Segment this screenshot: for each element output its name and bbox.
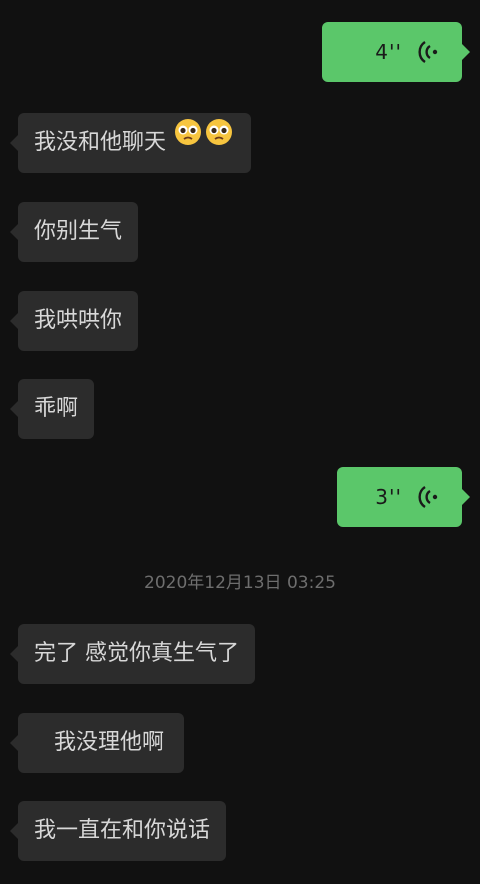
voice-message-bubble[interactable]: 4'' [322, 22, 470, 82]
message-text: 我没和他聊天 [34, 130, 167, 155]
voice-wave-icon [418, 41, 438, 63]
incoming-message-bubble[interactable]: 你别生气 [9, 202, 139, 262]
incoming-message-bubble[interactable]: 我哄哄你 [9, 291, 139, 351]
incoming-message-bubble[interactable]: 我没理他啊 [9, 713, 185, 773]
voice-duration: 3'' [375, 485, 402, 509]
incoming-message-bubble[interactable]: 完了 感觉你真生气了 [10, 624, 255, 684]
message-text: 完了 感觉你真生气了 [34, 641, 239, 666]
message-text: 乖啊 [34, 396, 79, 421]
message-text: 我哄哄你 [34, 308, 123, 333]
voice-message-bubble[interactable]: 3'' [337, 467, 470, 527]
chat-timestamp: 2020年12月13日 03:25 [144, 573, 336, 593]
incoming-message-bubble[interactable]: 我没和他聊天 [9, 111, 252, 173]
incoming-message-bubble[interactable]: 我一直在和你说话 [9, 801, 227, 861]
voice-wave-icon [418, 486, 438, 508]
message-text: 我一直在和你说话 [34, 818, 211, 843]
voice-duration: 4'' [375, 40, 402, 64]
message-text: 我没理他啊 [54, 730, 165, 755]
pleading-face-emoji-icon [173, 111, 235, 171]
incoming-message-bubble[interactable]: 乖啊 [9, 379, 95, 439]
message-text: 你别生气 [34, 219, 123, 244]
